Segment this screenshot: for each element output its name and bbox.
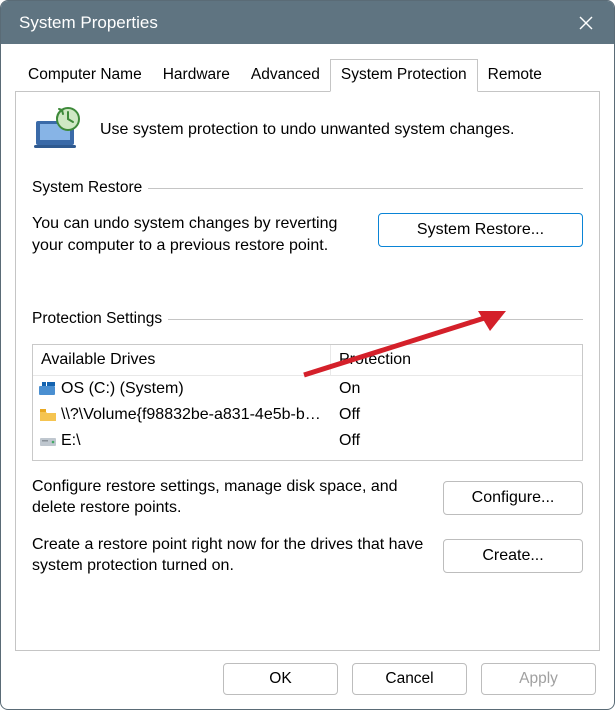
apply-button[interactable]: Apply	[481, 663, 596, 695]
cancel-button[interactable]: Cancel	[352, 663, 467, 695]
group-caption-restore-label: System Restore	[32, 179, 142, 197]
tab-advanced[interactable]: Advanced	[240, 59, 331, 91]
os-drive-icon	[39, 381, 57, 397]
group-caption-restore: System Restore	[32, 179, 583, 197]
tab-remote[interactable]: Remote	[477, 59, 553, 91]
close-icon	[578, 15, 594, 31]
intro-row: Use system protection to undo unwanted s…	[32, 105, 583, 153]
titlebar: System Properties	[1, 1, 614, 44]
group-system-restore: System Restore You can undo system chang…	[32, 179, 583, 256]
divider	[148, 188, 583, 189]
tab-strip: Computer Name Hardware Advanced System P…	[15, 59, 600, 92]
drive-row[interactable]: \\?\Volume{f98832be-a831-4e5b-b7... Off	[33, 402, 582, 428]
system-restore-icon	[32, 105, 86, 153]
create-description: Create a restore point right now for the…	[32, 535, 425, 577]
restore-description: You can undo system changes by reverting…	[32, 213, 358, 256]
configure-description: Configure restore settings, manage disk …	[32, 477, 425, 519]
drive-row[interactable]: E:\ Off	[33, 428, 582, 454]
system-restore-button[interactable]: System Restore...	[378, 213, 583, 247]
create-button[interactable]: Create...	[443, 539, 583, 573]
group-protection-settings: Protection Settings Available Drives Pro…	[32, 310, 583, 576]
folder-icon	[39, 407, 57, 423]
configure-button[interactable]: Configure...	[443, 481, 583, 515]
drive-protection: Off	[331, 406, 582, 424]
drives-list: Available Drives Protection OS (C:) (Sys…	[32, 344, 583, 461]
drive-icon	[39, 433, 57, 449]
dialog-body: Computer Name Hardware Advanced System P…	[1, 44, 614, 709]
create-row: Create a restore point right now for the…	[32, 535, 583, 577]
system-properties-window: System Properties Computer Name Hardware…	[0, 0, 615, 710]
ok-button[interactable]: OK	[223, 663, 338, 695]
drive-row[interactable]: OS (C:) (System) On	[33, 376, 582, 402]
divider	[168, 319, 583, 320]
configure-row: Configure restore settings, manage disk …	[32, 477, 583, 519]
drives-header: Available Drives Protection	[33, 345, 582, 376]
column-header-protection[interactable]: Protection	[331, 345, 582, 375]
drive-name: E:\	[61, 432, 81, 450]
tab-computer-name[interactable]: Computer Name	[17, 59, 153, 91]
drive-name: \\?\Volume{f98832be-a831-4e5b-b7...	[61, 406, 325, 424]
drive-protection: On	[331, 380, 582, 398]
dialog-footer: OK Cancel Apply	[15, 651, 600, 699]
drive-protection: Off	[331, 432, 582, 450]
group-caption-protection: Protection Settings	[32, 310, 583, 328]
group-caption-protection-label: Protection Settings	[32, 310, 162, 328]
tab-system-protection[interactable]: System Protection	[330, 59, 478, 92]
window-title: System Properties	[19, 13, 562, 33]
column-header-drive[interactable]: Available Drives	[33, 345, 331, 375]
close-button[interactable]	[562, 1, 610, 44]
intro-text: Use system protection to undo unwanted s…	[100, 119, 583, 139]
drive-name: OS (C:) (System)	[61, 380, 184, 398]
tab-hardware[interactable]: Hardware	[152, 59, 241, 91]
tabpanel-system-protection: Use system protection to undo unwanted s…	[15, 91, 600, 651]
